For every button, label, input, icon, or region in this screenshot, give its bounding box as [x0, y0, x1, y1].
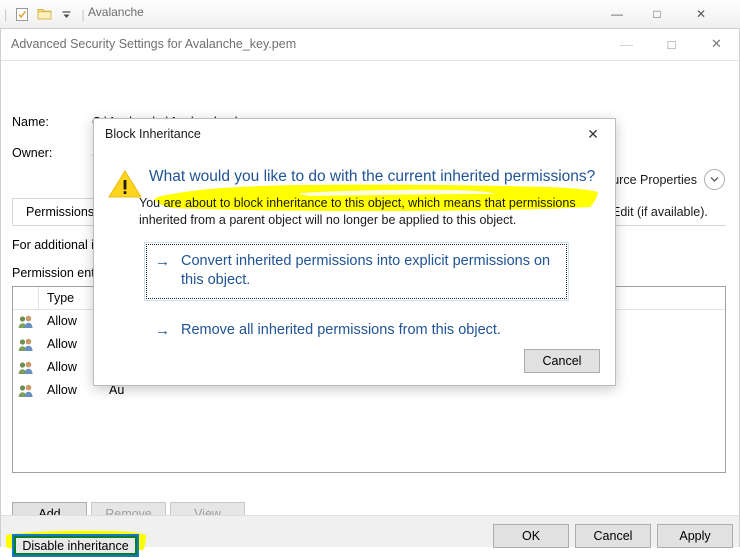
source-properties-expander[interactable]: ource Properties [605, 169, 725, 190]
folder-icon[interactable] [35, 5, 53, 23]
block-inheritance-body-text: You are about to block inheritance to th… [139, 196, 576, 227]
arrow-right-icon: → [155, 253, 170, 270]
name-label: Name: [12, 115, 49, 129]
cell-applies-to [601, 310, 725, 333]
explorer-window-title: Avalanche [88, 5, 144, 19]
column-header-applies-to[interactable] [601, 287, 725, 309]
advanced-security-titlebar: Advanced Security Settings for Avalanche… [1, 29, 739, 60]
block-inheritance-titlebar: Block Inheritance ✕ [94, 119, 615, 150]
apply-button[interactable]: Apply [657, 524, 733, 548]
cell-applies-to [601, 333, 725, 356]
chevron-down-icon[interactable] [704, 169, 725, 190]
ok-button[interactable]: OK [493, 524, 569, 548]
cell-type: Allow [47, 383, 77, 397]
qat-divider-right: | [81, 6, 85, 22]
users-icon [13, 379, 39, 402]
cell-applies-to [601, 356, 725, 379]
source-properties-label: ource Properties [605, 172, 697, 187]
quick-access-toolbar: | | [0, 4, 87, 24]
checklist-icon[interactable] [13, 5, 31, 23]
cell-type: Allow [47, 314, 77, 328]
advanced-security-maximize-button[interactable]: □ [649, 29, 694, 59]
additional-information-text-head: For additional inf [12, 238, 105, 252]
column-header-icon [13, 287, 39, 309]
convert-inherited-permissions-option[interactable]: → Convert inherited permissions into exp… [144, 242, 569, 301]
remove-option-label: Remove all inherited permissions from th… [181, 322, 501, 338]
advanced-security-window-title: Advanced Security Settings for Avalanche… [11, 37, 297, 51]
qat-divider-left: | [4, 6, 8, 22]
users-icon [13, 310, 39, 333]
cell-applies-to [601, 379, 725, 402]
tab-permissions-label: Permissions [26, 204, 95, 219]
dialog-cancel-button[interactable]: Cancel [524, 349, 600, 373]
additional-information-text-tail: Edit (if available). [612, 205, 708, 219]
disable-inheritance-button[interactable]: Disable inheritance [12, 534, 139, 557]
block-inheritance-dialog: Block Inheritance ✕ What would you like … [93, 118, 616, 386]
convert-option-label: Convert inherited permissions into expli… [181, 253, 551, 288]
disable-inheritance-label: Disable inheritance [22, 538, 129, 553]
explorer-window: | | Avalanche — □ ✕ [0, 0, 740, 29]
owner-label: Owner: [12, 146, 53, 160]
column-header-type[interactable]: Type [39, 287, 101, 309]
cell-type: Allow [47, 360, 77, 374]
advanced-security-close-button[interactable]: ✕ [694, 29, 739, 59]
explorer-close-button[interactable]: ✕ [682, 0, 720, 27]
cell-type: Allow [47, 337, 77, 351]
block-inheritance-heading: What would you like to do with the curre… [149, 168, 596, 185]
block-inheritance-title: Block Inheritance [105, 127, 201, 141]
cancel-button[interactable]: Cancel [575, 524, 651, 548]
close-icon[interactable]: ✕ [571, 119, 615, 149]
explorer-minimize-button[interactable]: — [598, 0, 636, 27]
remove-all-inherited-permissions-option[interactable]: → Remove all inherited permissions from … [146, 313, 567, 349]
arrow-right-icon: → [155, 322, 170, 339]
owner-field-row: Owner:S [12, 146, 100, 160]
explorer-maximize-button[interactable]: □ [638, 0, 676, 27]
warning-triangle-icon [108, 169, 142, 199]
users-icon [13, 333, 39, 356]
users-icon [13, 356, 39, 379]
chevron-down-icon[interactable] [57, 5, 75, 23]
advanced-security-minimize-button[interactable]: — [604, 29, 649, 59]
